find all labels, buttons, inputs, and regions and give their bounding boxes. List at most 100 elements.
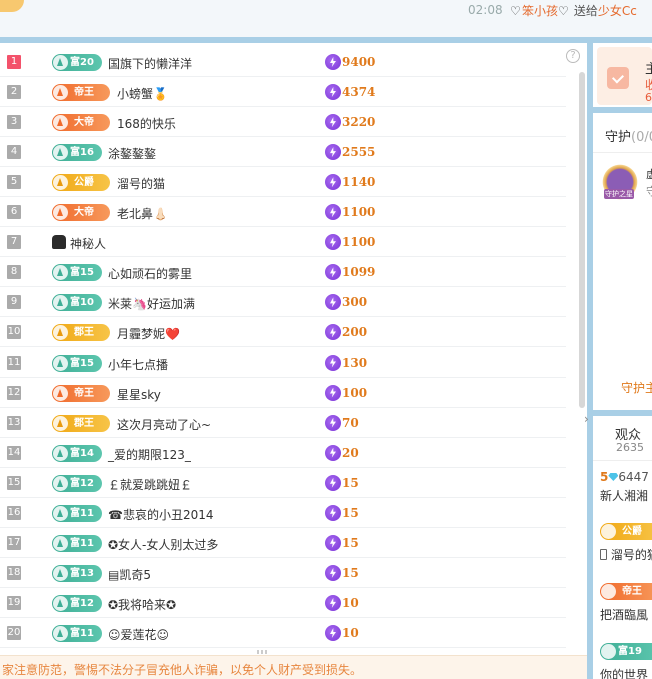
- rank-row[interactable]: 12 帝王 星星sky 100: [0, 378, 566, 408]
- user-name[interactable]: 星星sky: [117, 386, 161, 403]
- drag-handle[interactable]: [257, 650, 269, 654]
- rank-number: 8: [7, 265, 21, 280]
- wealth-badge: 富11: [52, 624, 102, 642]
- badge-label: 郡王: [74, 327, 94, 339]
- user-name[interactable]: ☺爱莲花☺: [108, 626, 169, 643]
- user-name[interactable]: 神秘人: [70, 235, 106, 252]
- badge-label: 富12: [70, 477, 94, 489]
- top-bar: 02:08 ♡笨小孩♡ 送给少女Cc: [0, 0, 652, 37]
- user-name[interactable]: 小年七点播: [108, 356, 168, 373]
- user-name[interactable]: 米莱🦄好运加满: [108, 295, 195, 312]
- help-icon[interactable]: ?: [566, 49, 580, 63]
- crown-icon: [53, 205, 68, 221]
- rank-number: 11: [7, 355, 21, 370]
- guard-title[interactable]: 守护(0/0: [605, 126, 652, 145]
- lightning-icon: [325, 564, 341, 581]
- noble-badge: 大帝: [52, 204, 110, 222]
- lightning-icon: [325, 444, 341, 461]
- user-name[interactable]: ▤凯奇5: [108, 566, 151, 583]
- audience-name[interactable]: 新人湘湘: [600, 487, 648, 504]
- user-name[interactable]: 涂鏊鏊鏊: [108, 145, 156, 162]
- wealth-icon: [53, 145, 68, 161]
- user-name[interactable]: _爱的期限123_: [108, 446, 191, 463]
- audience-name[interactable]: 把酒臨風: [600, 606, 648, 623]
- rank-row[interactable]: 15 富12 ￡就爱跳跳妞￡ 15: [0, 468, 566, 498]
- user-name[interactable]: 心如顽石的雾里: [108, 265, 192, 282]
- task-card[interactable]: 主 收 69: [597, 47, 652, 105]
- user-name[interactable]: 168的快乐: [117, 115, 176, 132]
- user-name[interactable]: ￡就爱跳跳妞￡: [108, 476, 192, 493]
- badge-label: 富14: [70, 447, 94, 459]
- wealth-badge: 富13: [52, 564, 102, 582]
- rank-row[interactable]: 11 富15 小年七点播 130: [0, 348, 566, 378]
- contribution-score: 3220: [342, 115, 376, 130]
- user-name[interactable]: ☎悲哀的小丑2014: [108, 506, 214, 523]
- rank-row[interactable]: 4 富16 涂鏊鏊鏊 2555: [0, 137, 566, 168]
- heart-icon: ♡: [558, 4, 569, 18]
- lightning-icon: [325, 474, 341, 491]
- rank-row[interactable]: 19 富12 ✪我将哈来✪ 10: [0, 588, 566, 618]
- rank-row[interactable]: 20 富11 ☺爱莲花☺ 10: [0, 618, 566, 648]
- rank-row[interactable]: 18 富13 ▤凯奇5 15: [0, 558, 566, 588]
- rank-row[interactable]: 9 富10 米莱🦄好运加满 300: [0, 287, 566, 318]
- wealth-icon: [53, 625, 68, 641]
- wealth-icon: [601, 644, 616, 659]
- gift-receiver[interactable]: 少女Cc: [598, 4, 637, 18]
- contribution-score: 10: [342, 625, 359, 640]
- user-name[interactable]: 小螃蟹🏅: [117, 85, 168, 102]
- contribution-score: 4374: [342, 85, 376, 100]
- crown-icon: [53, 415, 68, 431]
- rank-row[interactable]: 14 富14 _爱的期限123_ 20: [0, 438, 566, 468]
- rank-row[interactable]: 10 郡王 月霾梦妮❤️ 200: [0, 317, 566, 348]
- contribution-score: 1099: [342, 265, 376, 280]
- phone-icon: [600, 549, 607, 560]
- wealth-icon: [53, 505, 68, 521]
- badge-label: 富20: [70, 57, 94, 68]
- rank-row[interactable]: 6 大帝 老北鼻👃🏻 1100: [0, 197, 566, 228]
- badge-label: 大帝: [74, 207, 94, 219]
- gift-sender[interactable]: 笨小孩: [522, 4, 558, 18]
- wealth-badge: 富12: [52, 594, 102, 612]
- audience-count: 2635: [616, 441, 644, 454]
- rank-row[interactable]: 8 富15 心如顽石的雾里 1099: [0, 257, 566, 288]
- rank-row[interactable]: 13 郡王 这次月亮动了心~ 70: [0, 408, 566, 438]
- rank-row[interactable]: 17 富11 ✪女人-女人别太过多 15: [0, 528, 566, 558]
- diamond-icon: [608, 473, 619, 481]
- contribution-score: 130: [342, 355, 368, 370]
- diamond-value: 6447: [618, 470, 649, 484]
- divider: [593, 460, 652, 461]
- rank-row[interactable]: 7 神秘人 1100: [0, 227, 566, 258]
- scrollbar-thumb[interactable]: [579, 72, 585, 408]
- rank-row[interactable]: 2 帝王 小螃蟹🏅 4374: [0, 77, 566, 108]
- audience-name[interactable]: 你的世界: [600, 666, 648, 679]
- guard-owner-link[interactable]: 守护主: [621, 379, 652, 396]
- audience-name[interactable]: 溜号的猫: [600, 546, 652, 563]
- rank-row[interactable]: 3 大帝 168的快乐 3220: [0, 107, 566, 138]
- rank-row[interactable]: 1 富20 国旗下的懒洋洋 9400: [0, 47, 566, 77]
- lightning-icon: [325, 114, 341, 131]
- wealth-icon: [53, 55, 68, 70]
- user-name[interactable]: 老北鼻👃🏻: [117, 205, 168, 222]
- user-name[interactable]: 国旗下的懒洋洋: [108, 55, 192, 72]
- rank-row[interactable]: 5 公爵 溜号的猫 1140: [0, 167, 566, 198]
- contribution-score: 15: [342, 475, 359, 490]
- lightning-icon: [325, 534, 341, 551]
- wealth-badge: 富11: [52, 534, 102, 552]
- lightning-icon: [325, 294, 341, 311]
- chevron-right-icon[interactable]: ›: [584, 412, 589, 426]
- rank-number: 3: [7, 115, 21, 130]
- user-name[interactable]: 这次月亮动了心~: [117, 416, 211, 433]
- guard-title-label: 守护: [605, 130, 632, 145]
- guard-line2: 守: [646, 185, 652, 198]
- contribution-score: 15: [342, 565, 359, 580]
- rank-row[interactable]: 16 富11 ☎悲哀的小丑2014 15: [0, 498, 566, 528]
- wealth-icon: [53, 475, 68, 491]
- rank-number: 20: [7, 625, 21, 640]
- user-name[interactable]: ✪女人-女人别太过多: [108, 536, 218, 553]
- user-name[interactable]: ✪我将哈来✪: [108, 596, 176, 613]
- user-name[interactable]: 溜号的猫: [117, 175, 165, 192]
- audience-item[interactable]: 5 6447: [600, 470, 649, 484]
- user-name[interactable]: 月霾梦妮❤️: [117, 325, 180, 342]
- lightning-icon: [325, 234, 341, 251]
- contribution-score: 200: [342, 325, 368, 340]
